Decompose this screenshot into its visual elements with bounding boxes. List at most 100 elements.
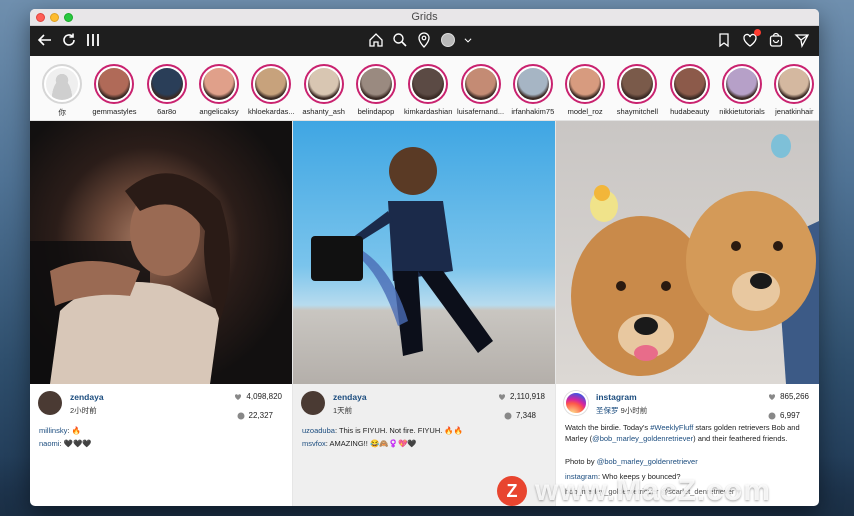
chevron-down-icon[interactable] (463, 31, 473, 49)
title-bar: Grids (30, 9, 819, 26)
columns-icon[interactable] (84, 31, 102, 49)
refresh-icon[interactable] (60, 31, 78, 49)
bookmark-icon[interactable] (715, 31, 733, 49)
home-icon[interactable] (367, 31, 385, 49)
story-item[interactable]: model_roz (559, 64, 611, 120)
stories-bar: 你 gemmastyles 6ar8o angelicaksy khloekardas.… (30, 56, 819, 121)
avatar (412, 68, 445, 100)
portrait-illustration (30, 173, 230, 384)
story-item[interactable]: shaymitchell (611, 64, 663, 120)
user-avatar[interactable] (38, 391, 62, 415)
caption-text: Watch the birdie. Today's (565, 423, 651, 432)
story-item[interactable]: nikkietutorials (716, 64, 768, 120)
comment-user[interactable]: msvfox (302, 439, 326, 448)
photo-credit-label: Photo by (565, 457, 597, 466)
likes-value: 4,098,820 (246, 392, 282, 401)
avatar (359, 68, 392, 100)
story-avatar[interactable] (460, 64, 501, 104)
likes-count: 4,098,820 (234, 392, 282, 401)
post-photo[interactable] (556, 121, 819, 384)
story-item[interactable]: belindapop (350, 64, 402, 120)
profile-avatar[interactable] (439, 31, 457, 49)
story-avatar[interactable] (408, 64, 449, 104)
direct-message-icon[interactable] (793, 31, 811, 49)
post-location[interactable]: 圣保罗 (596, 406, 619, 415)
instagram-logo-icon[interactable] (564, 391, 588, 415)
mention-link[interactable]: @bob_marley_goldenretriever (597, 457, 698, 466)
post-card[interactable]: zendaya 2小时前 4,098,820 22,327 millinsky:… (30, 121, 293, 506)
post-photo[interactable] (293, 121, 555, 384)
app-window: Grids 你 gemmastyles 6ar8o angelicaksy kh… (30, 9, 819, 506)
likes-value: 865,266 (780, 392, 809, 401)
comment: msvfox: AMAZING!! 😂🙈♀️💖🖤 (302, 437, 546, 450)
story-item[interactable]: angelicaksy (193, 64, 245, 120)
story-avatar[interactable] (669, 64, 710, 104)
user-avatar[interactable] (301, 391, 325, 415)
post-feed: zendaya 2小时前 4,098,820 22,327 millinsky:… (30, 121, 819, 506)
story-avatar[interactable] (42, 64, 83, 104)
post-card[interactable]: zendaya 1天前 2,110,918 7,348 uzoaduba: Th… (293, 121, 556, 506)
hashtag-link[interactable]: #WeeklyFluff (650, 423, 693, 432)
comments-count: 7,348 (495, 405, 545, 426)
post-username[interactable]: instagram (596, 392, 637, 402)
comments-value: 22,327 (248, 411, 273, 420)
post-time: 2小时前 (70, 406, 97, 415)
watermark-text: www.MacZ.com (535, 474, 771, 507)
shop-bag-icon[interactable] (767, 31, 785, 49)
post-time: 圣保罗 9小时前 (596, 405, 647, 416)
story-item[interactable]: kimkardashian (402, 64, 454, 120)
back-arrow-icon[interactable] (36, 31, 54, 49)
mention-link[interactable]: @bob_marley_goldenretriever (592, 434, 693, 443)
story-avatar[interactable] (617, 64, 658, 104)
post-username[interactable]: zendaya (70, 392, 104, 402)
location-pin-icon[interactable] (415, 31, 433, 49)
story-username: hudabeauty (670, 107, 710, 116)
post-time: 1天前 (333, 406, 353, 415)
search-icon[interactable] (391, 31, 409, 49)
comment-user[interactable]: millinsky (39, 426, 67, 435)
story-avatar[interactable] (722, 64, 762, 104)
story-item[interactable]: 6ar8o (141, 64, 193, 120)
story-avatar[interactable] (199, 64, 240, 104)
story-item[interactable]: 你 (36, 64, 88, 120)
story-username: model_roz (567, 107, 603, 116)
story-avatar[interactable] (94, 64, 135, 104)
story-avatar[interactable] (565, 64, 606, 104)
comment: naomi: 🖤🖤🖤 (39, 437, 283, 450)
story-username: 你 (58, 108, 66, 117)
story-username: shaymitchell (616, 107, 659, 116)
story-avatar[interactable] (774, 64, 815, 104)
story-item[interactable]: hudabeauty (664, 64, 716, 120)
comment-user[interactable]: naomi (39, 439, 59, 448)
post-card[interactable]: instagram 圣保罗 9小时前 865,266 6,997 Watch t… (556, 121, 819, 506)
story-item[interactable]: ashanty_ash (297, 64, 349, 120)
avatar (98, 68, 131, 100)
story-avatar[interactable] (303, 64, 344, 104)
story-username: kimkardashian (404, 107, 453, 116)
heart-icon (235, 393, 242, 400)
likes-value: 2,110,918 (510, 392, 545, 401)
window-title: Grids (411, 11, 438, 23)
avatar (150, 68, 183, 100)
story-item[interactable]: gemmastyles (88, 64, 140, 120)
story-item[interactable]: irfanhakim75 (507, 64, 559, 120)
fashion-illustration (311, 147, 493, 356)
post-username[interactable]: zendaya (333, 392, 367, 402)
comment-text: : 🖤🖤🖤 (59, 439, 92, 448)
story-avatar[interactable] (251, 64, 292, 104)
story-avatar[interactable] (355, 64, 396, 104)
story-username: khloekardas... (247, 107, 295, 116)
caption-text: ) and their feathered friends. (693, 434, 788, 443)
comment-user[interactable]: uzoaduba (302, 426, 335, 435)
story-item[interactable]: luisafernand... (454, 64, 506, 120)
comment-text: : 🔥 (67, 426, 81, 435)
story-avatar[interactable] (146, 64, 187, 104)
story-item[interactable]: jenatkinhair (768, 64, 819, 120)
story-username: gemmastyles (92, 107, 137, 116)
story-username: nikkietutorials (719, 107, 765, 116)
heart-notification-icon[interactable] (741, 29, 761, 49)
story-item[interactable]: khloekardas... (245, 64, 297, 120)
comment-dot-icon (768, 412, 776, 419)
story-avatar[interactable] (512, 64, 553, 104)
post-photo[interactable] (30, 121, 292, 384)
